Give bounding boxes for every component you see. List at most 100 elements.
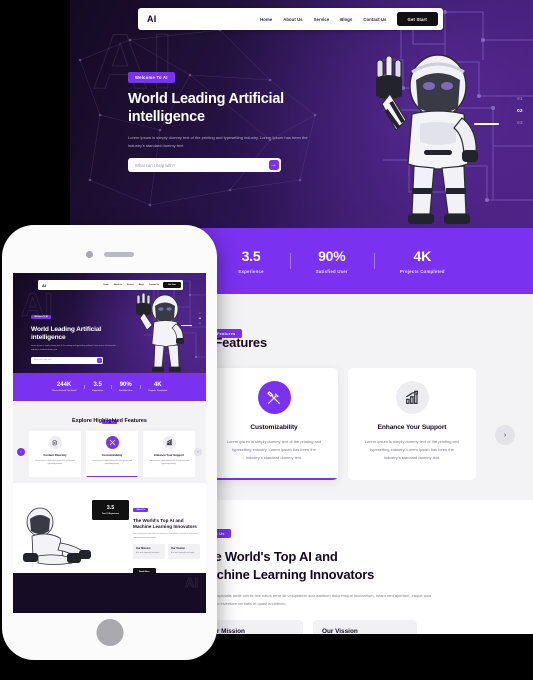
phone-slide-indicators: 01 02 03	[199, 313, 201, 325]
desktop-navbar: AI Home About Us Service Blogs Contact U…	[138, 8, 443, 30]
phone-stat-item: 4K Projects Completed	[140, 381, 175, 393]
phone-screen: AI AI Home About Us Service Blogs Contac…	[13, 273, 206, 613]
stat-value: 3.5	[241, 248, 261, 264]
phone-feature-card[interactable]: Content Diversity Lorem ipsum is simply …	[29, 431, 81, 477]
phone-nav-item-home[interactable]: Home	[103, 284, 108, 286]
tools-cross-icon	[105, 436, 119, 449]
stat-label: Projects Completed	[399, 269, 445, 274]
slide-number-01[interactable]: 01	[517, 96, 523, 101]
front-camera-icon	[85, 251, 93, 258]
about-content: About Us The World's Top AI and Machine …	[199, 522, 509, 634]
slide-number-02[interactable]: 02	[517, 108, 523, 113]
phone-vission-desc: AI is used responsibly and equita	[171, 552, 195, 554]
feature-card-title: Customizability	[250, 424, 298, 431]
phone-hero-search-input[interactable]: What can I help with?	[34, 359, 52, 361]
document-diversity-icon	[48, 436, 62, 449]
stat-value: 4K	[413, 248, 432, 264]
phone-nav-item-service[interactable]: Service	[127, 284, 134, 286]
feature-card-desc: Lorem ipsum is simply dummy text of the …	[226, 439, 322, 460]
chevron-right-icon[interactable]: ›	[194, 448, 202, 456]
about-title: The World's Top AI and Machine Learning …	[199, 548, 509, 583]
phone-hero-search-bar[interactable]: What can I help with? →	[31, 356, 103, 364]
about-title-line1: The World's Top AI and	[199, 549, 338, 564]
mission-vission-row: Our Mission AI is used responsibly and e…	[199, 619, 509, 634]
phone-stat-item: 244K Clients Around The World	[44, 382, 85, 393]
phone-home-button[interactable]	[96, 619, 123, 646]
nav-links: Home About Us Service Blogs Contact Us	[260, 17, 386, 22]
phone-slide-number-02[interactable]: 02	[199, 318, 201, 320]
phone-mockup: AI AI Home About Us Service Blogs Contac…	[2, 225, 217, 660]
hero-slide-indicators: 01 02 03	[517, 96, 523, 125]
phone-stat-label: Experience	[92, 390, 104, 393]
phone-vission-title: Our Vission	[171, 546, 185, 550]
slide-number-03[interactable]: 03	[517, 120, 523, 125]
nav-item-blogs[interactable]: Blogs	[340, 17, 352, 22]
phone-stat-value: 3.5	[93, 381, 102, 388]
phone-feature-title: Enhance Your Support	[153, 453, 185, 457]
phone-hero-title-line2: intelligence	[31, 333, 66, 341]
phone-mission-desc: AI is used responsibly and equita	[136, 552, 160, 554]
bar-chart-growth-icon	[162, 436, 176, 449]
phone-feature-card[interactable]: Customizability Lorem ipsum is simply du…	[86, 431, 138, 477]
arrow-right-icon[interactable]: →	[96, 357, 102, 363]
phone-stat-item: 3.5 Experience	[84, 381, 111, 393]
feature-card[interactable]: Customizability Lorem ipsum is simply du…	[210, 368, 338, 480]
stat-item: 90% Satisfied User	[289, 248, 374, 274]
stat-item: 4K Projects Completed	[373, 248, 471, 274]
stat-item: 3.5 Experience	[212, 248, 289, 274]
get-start-button[interactable]: Get Start	[396, 12, 438, 26]
phone-slide-line	[181, 325, 192, 326]
phone-features-carousel: Content Diversity Lorem ipsum is simply …	[29, 431, 195, 477]
phone-brand-logo[interactable]: AI	[42, 283, 46, 288]
brand-logo[interactable]: AI	[147, 14, 157, 24]
stat-label: Satisfied User	[315, 269, 348, 274]
chevron-right-icon[interactable]: ›	[495, 425, 515, 445]
phone-hero-content: Welcome To AI World Leading Artificial i…	[31, 304, 136, 364]
phone-feature-desc: Lorem ipsum is simply dummy text of the …	[149, 460, 189, 466]
phone-footer-watermark: AI	[185, 575, 199, 591]
phone-stat-item: 90% Satisfied User	[111, 382, 140, 393]
bar-chart-growth-icon	[395, 381, 429, 414]
phone-about-title-line1: The World's Top AI and	[133, 518, 184, 523]
feature-card-title: Enhance Your Support	[377, 424, 447, 431]
phone-slide-number-01[interactable]: 01	[199, 313, 201, 315]
chevron-left-icon[interactable]: ‹	[17, 448, 25, 456]
hero-paragraph: Lorem ipsum is simply dummy text of the …	[128, 135, 308, 148]
about-paragraph: Sed ut perspiciatis unde omnis iste natu…	[199, 593, 432, 607]
hero-search-bar[interactable]: What can I help with? →	[128, 158, 281, 173]
feature-card[interactable]: Enhance Your Support Lorem ipsum is simp…	[348, 368, 476, 480]
phone-nav-item-contact-us[interactable]: Contact Us	[149, 284, 159, 286]
nav-item-about-us[interactable]: About Us	[283, 17, 302, 22]
phone-stats-strip: 244K Clients Around The World 3.5 Experi…	[13, 373, 206, 401]
hero-title: World Leading Artificial intelligence	[128, 91, 348, 126]
phone-feature-title: Customizability	[101, 453, 123, 457]
phone-navbar: AI Home About Us Service Blogs Contact U…	[38, 280, 183, 290]
phone-feature-card[interactable]: Enhance Your Support Lorem ipsum is simp…	[143, 431, 195, 477]
phone-hero-paragraph: Lorem ipsum is simply dummy text of the …	[31, 345, 116, 352]
hero-search-input[interactable]: What can I help with?	[135, 163, 175, 168]
phone-stat-value: 4K	[153, 381, 162, 388]
mockup-stage: AI AI Home About Us Service Blogs Contac…	[0, 0, 533, 680]
phone-nav-links: Home About Us Service Blogs Contact Us	[103, 284, 159, 286]
phone-slide-number-03[interactable]: 03	[199, 323, 201, 325]
nav-item-contact-us[interactable]: Contact Us	[363, 17, 386, 22]
phone-stat-label: Projects Completed	[148, 390, 168, 393]
nav-item-service[interactable]: Service	[314, 17, 330, 22]
arrow-right-icon[interactable]: →	[268, 160, 279, 171]
desktop-hero-section: AI AI Home About Us Service Blogs Contac…	[70, 0, 533, 228]
phone-experience-box: 3.5 Year Of Experience	[92, 500, 129, 520]
phone-get-start-button[interactable]: Get Start	[163, 281, 181, 289]
phone-about-title: The World's Top AI and Machine Learning …	[133, 518, 201, 530]
phone-stat-label: Satisfied User	[119, 390, 133, 393]
phone-nav-item-about-us[interactable]: About Us	[114, 284, 122, 286]
vission-title: Our Vission	[322, 627, 358, 634]
phone-hero-section: AI AI Home About Us Service Blogs Contac…	[13, 273, 206, 373]
hero-badge: Welcome To AI	[128, 72, 175, 83]
phone-experience-caption: Year Of Experience	[101, 512, 120, 515]
phone-experience-value: 3.5	[106, 505, 115, 512]
phone-nav-item-blogs[interactable]: Blogs	[139, 284, 144, 286]
phone-features-title: Explore Highlighted Features	[72, 418, 147, 424]
nav-item-home[interactable]: Home	[260, 17, 272, 22]
phone-hero-title-line1: World Leading Artificial	[31, 325, 102, 333]
hero-title-line2: intelligence	[128, 108, 205, 125]
